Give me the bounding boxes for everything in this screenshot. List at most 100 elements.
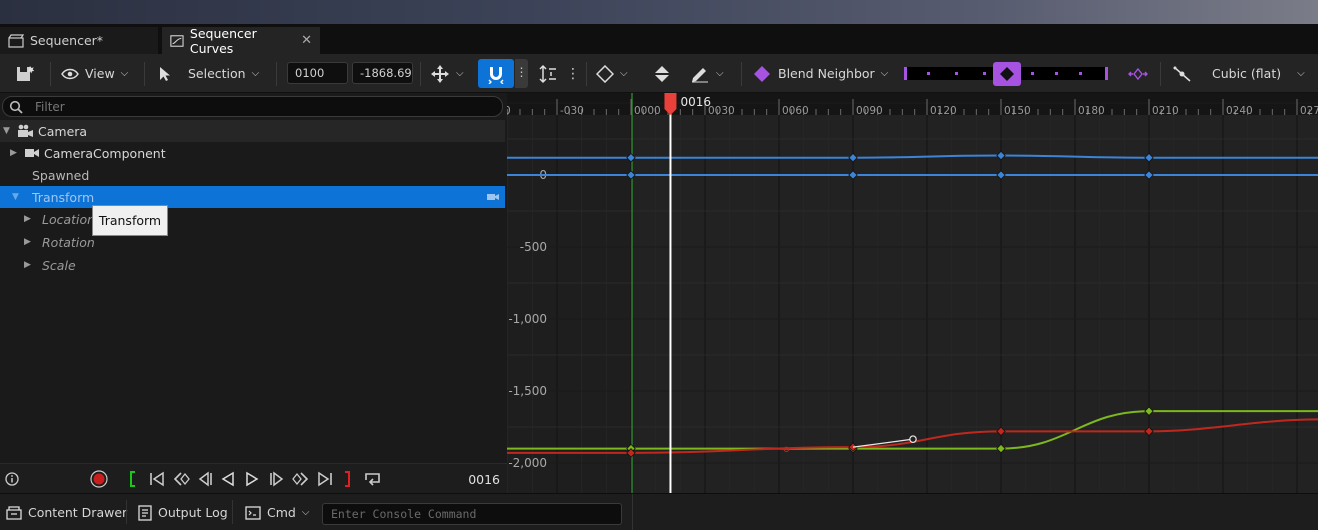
separator [586, 62, 587, 86]
interpolation-dropdown[interactable]: Cubic (flat) ⌵ [1212, 54, 1305, 93]
outliner-item-camera[interactable]: ▼ Camera [0, 120, 505, 142]
chevron-down-icon: ⌵ [620, 68, 628, 79]
chevron-down-icon: ⌵ [120, 68, 129, 79]
time-ruler[interactable] [507, 93, 1318, 115]
expand-triangle-icon: ▶ [10, 148, 17, 158]
next-key-icon[interactable] [292, 471, 310, 487]
selection-dropdown[interactable]: Selection ⌵ [158, 54, 259, 93]
snapping-toggle[interactable] [478, 59, 514, 88]
outliner-item-label: Scale [42, 257, 76, 273]
filter-placeholder: Filter [35, 99, 65, 114]
ruler-tick-label: -030 [560, 105, 584, 117]
y-axis-label: -1,000 [508, 312, 547, 326]
camera-track-icon[interactable] [486, 192, 500, 202]
outliner-item-cameracomponent[interactable]: ▶ CameraComponent [0, 142, 505, 164]
jump-to-start-icon[interactable] [148, 471, 166, 487]
view-dropdown[interactable]: View ⌵ [61, 54, 128, 93]
blend-neighbor-dropdown[interactable]: Blend Neighbor ⌵ [752, 54, 888, 93]
slider-tick [983, 72, 986, 75]
step-back-icon[interactable] [196, 471, 214, 487]
ruler-tick-label: 0120 [930, 105, 957, 117]
align-vertical-icon [539, 64, 556, 83]
collapse-triangle-icon: ▼ [12, 192, 19, 202]
jump-to-end-icon[interactable] [316, 471, 334, 487]
clapperboard-icon [8, 33, 24, 48]
transport-bar: 0016 [0, 463, 507, 493]
tangent-handle-point[interactable] [909, 435, 917, 443]
expand-triangle-icon: ▶ [24, 260, 31, 270]
cmd-dropdown[interactable]: Cmd ⌵ [245, 494, 309, 530]
expand-triangle-icon: ▶ [24, 214, 31, 224]
record-icon[interactable] [90, 470, 108, 488]
content-drawer-button[interactable]: Content Drawer [6, 494, 127, 530]
ruler-tick-label: 0060 [782, 105, 809, 117]
selection-label: Selection [188, 66, 246, 81]
outliner-item-spawned[interactable]: Spawned [0, 164, 505, 186]
key-time-field[interactable]: 0100 [287, 62, 348, 84]
curve-graph[interactable]: -030 0000 0030 0060 0090 0120 0150 0180 0210 0240… [482, 93, 1318, 500]
output-log-button[interactable]: Output Log [138, 494, 228, 530]
ruler-tick-label: 0180 [1078, 105, 1105, 117]
chevron-down-icon: ⌵ [251, 68, 260, 79]
key-diamond-icon [1000, 67, 1014, 81]
ruler-tick-label: 0090 [856, 105, 883, 117]
key-type-dropdown[interactable]: ⌵ [596, 54, 628, 93]
tab-bar: Sequencer* Sequencer Curves ✕ [0, 24, 1318, 56]
outliner-item-location[interactable]: ▶ Location [0, 208, 505, 230]
search-icon [9, 100, 23, 114]
play-reverse-icon[interactable] [220, 471, 236, 487]
ruler-tick-label: 0150 [1004, 105, 1031, 117]
set-start-bracket-icon[interactable] [128, 471, 138, 487]
info-icon[interactable] [5, 472, 19, 486]
draw-tool-dropdown[interactable]: ⌵ [690, 54, 724, 93]
save-button[interactable] [15, 54, 35, 93]
output-log-label: Output Log [158, 505, 228, 520]
outliner-item-rotation[interactable]: ▶ Rotation [0, 231, 505, 253]
set-end-bracket-icon[interactable] [342, 471, 352, 487]
chevron-down-icon: ⌵ [301, 507, 310, 518]
video-camera-icon [25, 149, 39, 157]
outliner-item-label: Location [42, 211, 96, 227]
cmd-label: Cmd [267, 505, 296, 520]
flatten-tangents-button[interactable] [652, 54, 672, 93]
outliner-item-transform[interactable]: ▼ Transform [0, 186, 505, 208]
current-frame-display: 0016 [468, 471, 500, 487]
outliner-item-label: CameraComponent [44, 145, 166, 161]
play-icon[interactable] [244, 471, 260, 487]
pre-range-shade [507, 115, 631, 493]
separator [741, 62, 742, 86]
tab-sequencer-curves[interactable]: Sequencer Curves ✕ [162, 25, 320, 56]
slider-tick [927, 72, 930, 75]
chevron-down-icon: ⌵ [716, 68, 724, 79]
curve-graph-area[interactable]: -030 0000 0030 0060 0090 0120 0150 0180 0210 0240… [482, 93, 1318, 500]
more-options-button[interactable]: ⋮ [566, 54, 580, 93]
step-forward-icon[interactable] [268, 471, 286, 487]
transform-tool-dropdown[interactable]: ⌵ [430, 54, 464, 93]
previous-key-icon[interactable] [172, 471, 190, 487]
blend-label: Blend Neighbor [778, 66, 875, 81]
close-icon[interactable]: ✕ [301, 33, 312, 48]
outliner-item-scale[interactable]: ▶ Scale [0, 254, 505, 276]
content-drawer-icon [6, 505, 22, 520]
tab-label: Sequencer Curves [189, 25, 257, 56]
snapping-options-button[interactable]: ⋮ [515, 59, 528, 88]
filter-input[interactable]: Filter [2, 96, 503, 117]
save-icon [17, 65, 35, 81]
blend-slider-handle[interactable] [993, 62, 1021, 86]
tangent-tool-button[interactable] [1172, 54, 1192, 93]
chevron-down-icon: ⌵ [1297, 68, 1305, 79]
key-diamond-icon [596, 64, 614, 83]
slider-tick [1055, 72, 1058, 75]
y-axis-label: -500 [520, 240, 547, 254]
key-value-field[interactable]: -1868.69 [352, 62, 413, 84]
outliner-item-label: Rotation [42, 234, 95, 250]
move-arrows-icon [431, 64, 449, 83]
tween-button[interactable] [1128, 54, 1148, 93]
tab-sequencer[interactable]: Sequencer* [0, 27, 158, 54]
console-command-input[interactable]: Enter Console Command [322, 503, 622, 525]
content-drawer-label: Content Drawer [28, 505, 128, 520]
normalize-button[interactable] [539, 54, 557, 93]
separator [276, 62, 277, 86]
loop-icon[interactable] [362, 470, 384, 488]
expand-triangle-icon: ▶ [24, 237, 31, 247]
